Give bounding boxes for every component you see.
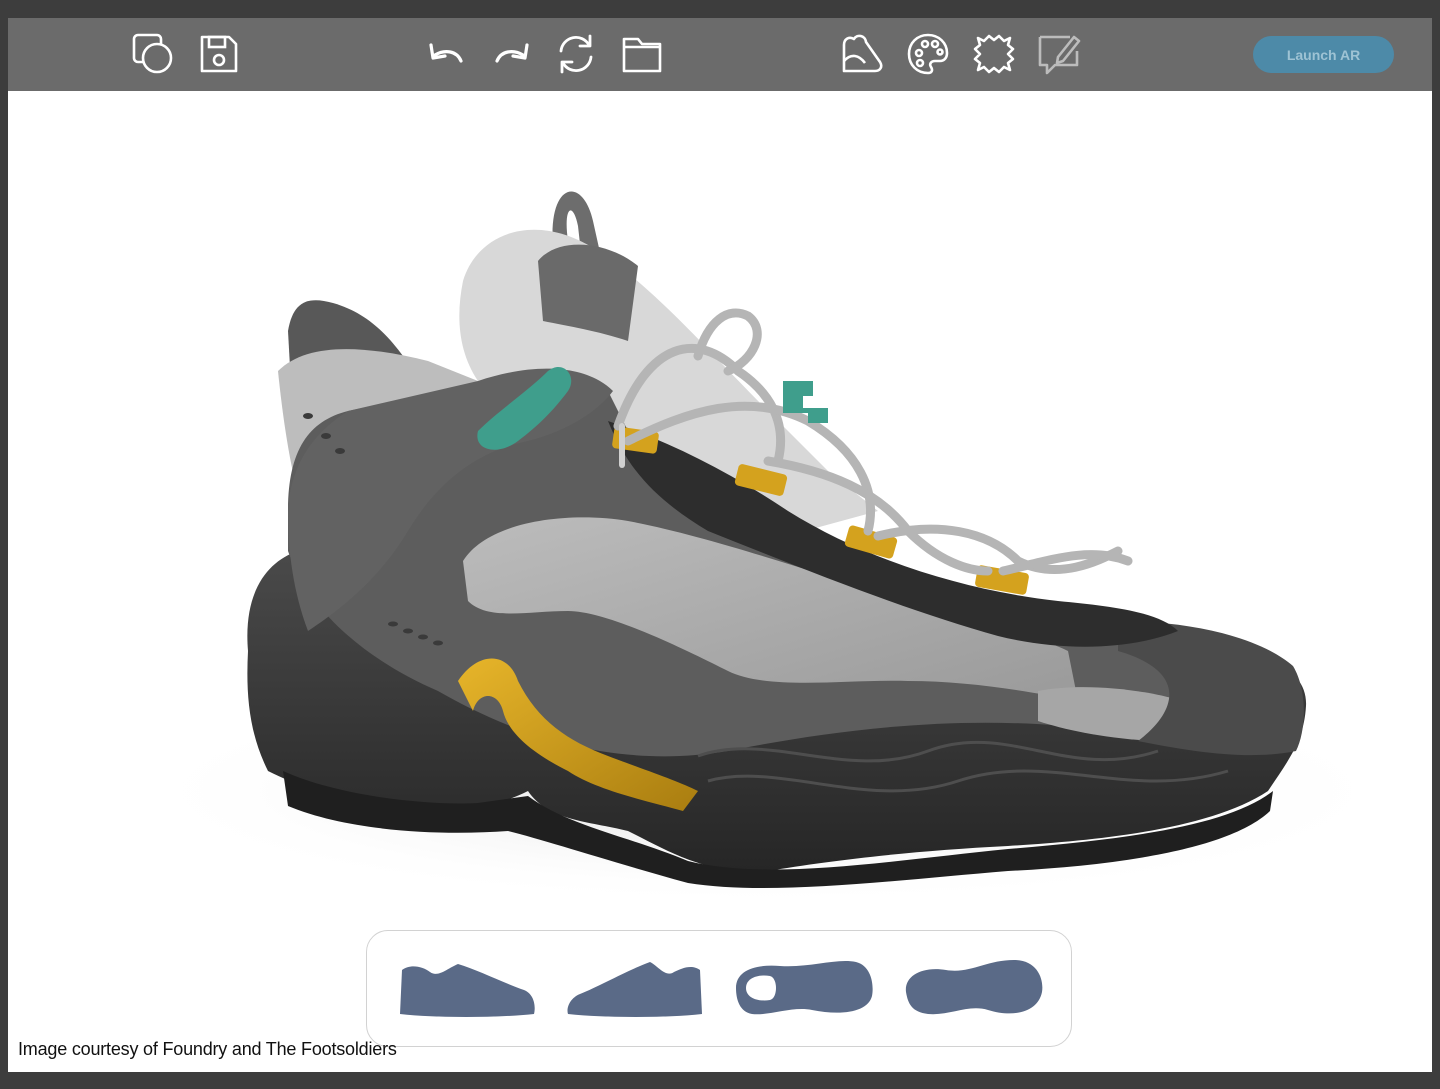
sneaker-model[interactable] <box>8 91 1432 1072</box>
redo-icon <box>495 43 529 63</box>
environment-icon <box>842 34 883 73</box>
annotate-icon <box>1038 35 1081 75</box>
redo-button[interactable] <box>488 30 536 78</box>
palette-button[interactable] <box>904 30 952 78</box>
undo-icon <box>429 43 463 63</box>
bottom-view-button[interactable] <box>901 953 1046 1023</box>
shoe-sole-icon <box>905 960 1042 1015</box>
side-view-button[interactable] <box>393 953 538 1023</box>
refresh-button[interactable] <box>552 30 600 78</box>
app-window: Launch AR <box>8 18 1432 1072</box>
palette-icon <box>907 33 949 75</box>
image-credit: Image courtesy of Foundry and The Footso… <box>18 1039 397 1059</box>
save-icon <box>200 35 238 73</box>
save-button[interactable] <box>195 30 243 78</box>
shoe-side-right-icon <box>567 962 702 1017</box>
folder-icon <box>622 37 662 73</box>
annotate-button[interactable] <box>1035 30 1083 78</box>
top-view-button[interactable] <box>731 953 876 1023</box>
environment-button[interactable] <box>838 30 886 78</box>
material-patch-icon <box>973 34 1015 74</box>
undo-button[interactable] <box>422 30 470 78</box>
new-shape-icon <box>132 33 173 74</box>
refresh-icon <box>559 34 593 74</box>
3d-viewport[interactable] <box>8 91 1432 1072</box>
new-shape-button[interactable] <box>129 30 177 78</box>
toolbar: Launch AR <box>8 18 1432 91</box>
shoe-side-left-icon <box>399 964 535 1017</box>
side-view-alt-button[interactable] <box>563 953 708 1023</box>
view-switcher <box>366 930 1072 1047</box>
lace-aglet <box>619 423 625 468</box>
shoe-top-icon <box>735 961 873 1015</box>
launch-ar-button[interactable]: Launch AR <box>1253 36 1394 73</box>
material-patch-button[interactable] <box>970 30 1018 78</box>
folder-button[interactable] <box>618 30 666 78</box>
